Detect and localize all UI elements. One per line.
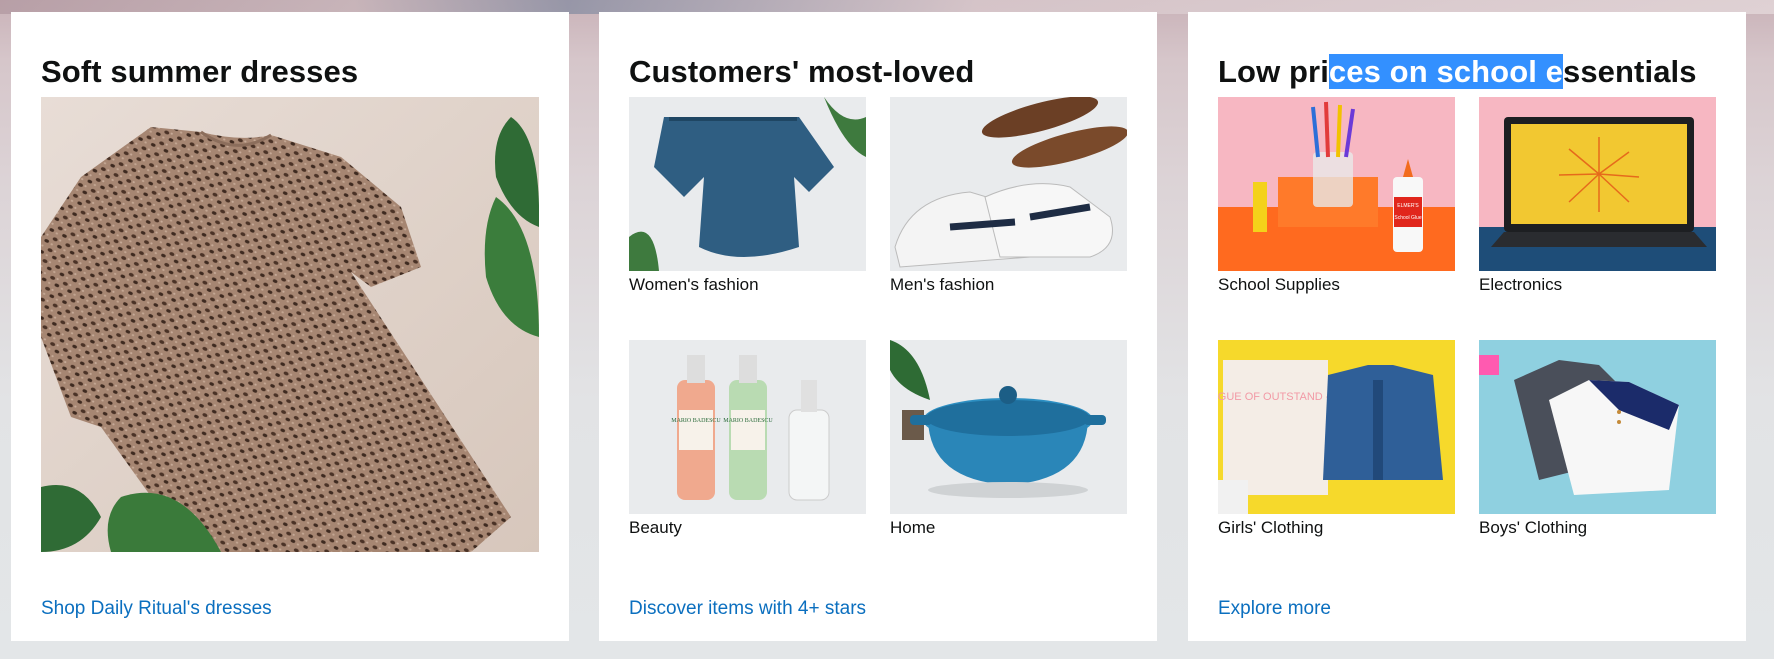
tile-boys-clothing[interactable]: Boys' Clothing [1479, 340, 1716, 538]
tile-home[interactable]: Home [890, 340, 1127, 538]
explore-more-link[interactable]: Explore more [1218, 598, 1331, 620]
tile-caption: School Supplies [1218, 275, 1340, 294]
tile-caption: Beauty [629, 518, 682, 537]
dress-hero-image[interactable] [41, 97, 539, 552]
card-title: Soft summer dresses [41, 54, 359, 89]
tile-caption: Electronics [1479, 275, 1563, 294]
card-most-loved: Customers' most-loved Women's fashion Me… [599, 12, 1157, 641]
womens-fashion-image [629, 97, 866, 271]
glue-label-text: ELMER'S [1397, 203, 1419, 209]
tile-electronics[interactable]: Electronics [1479, 97, 1716, 295]
tile-beauty[interactable]: MARIO BADESCU MARIO BADESCU Beauty [629, 340, 866, 538]
title-part: ssentials [1563, 54, 1697, 89]
tile-mens-fashion[interactable]: Men's fashion [890, 97, 1127, 295]
card-title: Low prices on school essentials [1218, 54, 1697, 90]
shop-dresses-link[interactable]: Shop Daily Ritual's dresses [41, 598, 272, 620]
title-selected-text: ces on school e [1328, 54, 1563, 89]
tile-caption: Men's fashion [890, 275, 995, 294]
tile-womens-fashion[interactable]: Women's fashion [629, 97, 866, 295]
electronics-image [1479, 97, 1716, 271]
boys-clothing-image [1479, 340, 1716, 514]
card-school-essentials: Low prices on school essentials ELMER'S … [1188, 12, 1746, 641]
card-title: Customers' most-loved [629, 54, 975, 89]
beauty-image: MARIO BADESCU MARIO BADESCU [629, 340, 866, 514]
girls-clothing-image: LEAGUE OF OUTSTAND -ING [1218, 340, 1455, 514]
card-summer-dresses: Soft summer dresses Shop Daily Ritual's … [11, 12, 569, 641]
bottle-label-text: MARIO BADESCU [671, 418, 721, 424]
mens-fashion-image [890, 97, 1127, 271]
bottle-label-text: MARIO BADESCU [723, 418, 773, 424]
tile-caption: Women's fashion [629, 275, 759, 294]
tile-caption: Boys' Clothing [1479, 518, 1588, 537]
discover-4-stars-link[interactable]: Discover items with 4+ stars [629, 598, 866, 620]
glue-label-text: School Glue [1394, 215, 1421, 221]
title-part: Low pri [1218, 54, 1329, 89]
home-image [890, 340, 1127, 514]
tile-caption: Home [890, 518, 936, 537]
tile-girls-clothing[interactable]: LEAGUE OF OUTSTAND -ING Girls' Clothing [1218, 340, 1455, 538]
tile-caption: Girls' Clothing [1218, 518, 1324, 537]
school-supplies-image: ELMER'S School Glue [1218, 97, 1455, 271]
tile-school-supplies[interactable]: ELMER'S School Glue School Supplies [1218, 97, 1455, 295]
